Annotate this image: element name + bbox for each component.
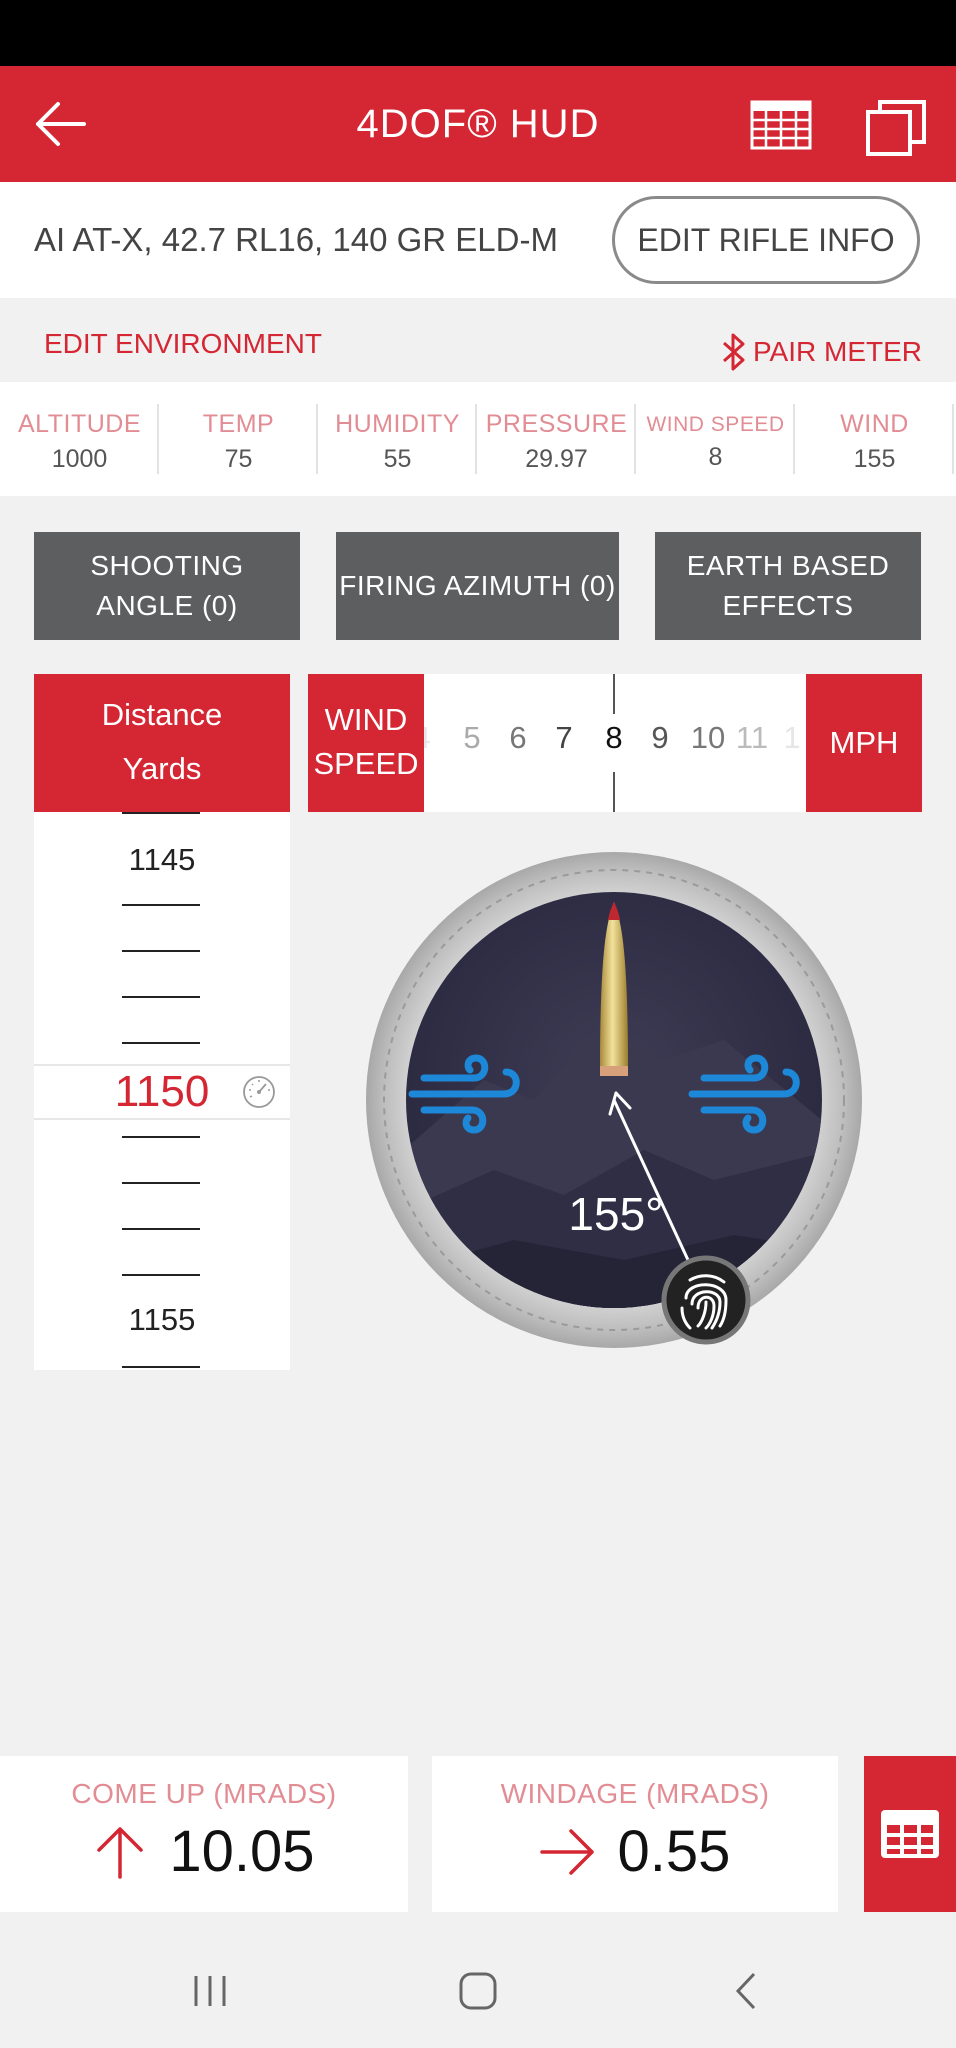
windage-value: 0.55 (617, 1819, 731, 1884)
come-up-label: COME UP (MRADS) (71, 1778, 337, 1809)
gauge-icon[interactable] (242, 1075, 276, 1109)
home-icon (459, 1972, 497, 2010)
shooting-angle-button[interactable]: SHOOTING ANGLE (0) (34, 532, 300, 640)
firing-azimuth-button[interactable]: FIRING AZIMUTH (0) (336, 532, 619, 640)
wind-direction-label: 155° (568, 1188, 663, 1240)
distance-selected-row[interactable]: 1150 (34, 1064, 290, 1120)
wind-scale-selected: 8 (605, 720, 623, 755)
distance-tick (122, 1228, 200, 1230)
chevron-left-icon (735, 1972, 756, 2010)
windage-label: WINDAGE (MRADS) (500, 1778, 770, 1809)
distance-tick (122, 1136, 200, 1138)
dope-table-button[interactable] (864, 1756, 956, 1912)
env-value: 75 (224, 445, 253, 473)
wind-scale-indicator-bottom (613, 772, 615, 812)
bluetooth-icon (722, 333, 745, 371)
come-up-value: 10.05 (169, 1819, 315, 1884)
environment-row: EDIT ENVIRONMENT PAIR METER (0, 298, 956, 382)
env-value: 155 (853, 445, 896, 473)
env-temp[interactable]: TEMP 75 (159, 382, 318, 496)
table-icon (881, 1810, 939, 1858)
env-value: 55 (383, 445, 412, 473)
system-nav-bar (0, 1934, 956, 2048)
env-value: 8 (708, 443, 723, 471)
home-button[interactable] (438, 1934, 518, 2048)
top-app-bar: 4DOF® HUD (0, 66, 956, 182)
distance-picker[interactable]: 1145 1150 1155 (34, 812, 290, 1370)
distance-tick (122, 950, 200, 952)
distance-header: Distance Yards (34, 674, 290, 812)
env-pressure[interactable]: PRESSURE 29.97 (477, 382, 636, 496)
edit-rifle-info-button[interactable]: EDIT RIFLE INFO (612, 196, 920, 284)
env-label: HUMIDITY (335, 410, 460, 438)
pair-meter-label: PAIR METER (752, 336, 922, 367)
edit-environment-link[interactable]: EDIT ENVIRONMENT (44, 328, 322, 360)
wind-speed-picker[interactable]: 4 5 6 7 8 9 10 11 1 (424, 674, 806, 812)
distance-tick (122, 1274, 200, 1276)
distance-header-unit: Yards (122, 751, 202, 786)
env-wind-speed[interactable]: WIND SPEED 8 (636, 382, 795, 496)
arrow-right-icon (539, 1828, 594, 1875)
distance-tick (122, 1182, 200, 1184)
recent-apps-icon (194, 1976, 226, 2006)
fingerprint-icon[interactable] (661, 1255, 751, 1345)
wind-unit-button[interactable]: MPH (806, 674, 922, 812)
arrow-up-icon (97, 1826, 144, 1879)
wind-speed-header: WIND SPEED (308, 674, 424, 812)
wind-speed-header-line1: WIND (324, 702, 408, 737)
wind-scale-value: 4 (424, 720, 442, 756)
windage-panel: WINDAGE (MRADS) 0.55 (432, 1756, 838, 1912)
env-altitude[interactable]: ALTITUDE 1000 (0, 382, 159, 496)
system-back-button[interactable] (706, 1934, 786, 2048)
distance-tick (122, 996, 200, 998)
env-label: WIND SPEED (646, 413, 785, 436)
recent-apps-button[interactable] (170, 1934, 250, 2048)
wind-scale-value: 1 (783, 720, 801, 755)
earth-based-effects-button[interactable]: EARTH BASED EFFECTS (655, 532, 921, 640)
page-title: 4DOF® HUD (356, 102, 600, 146)
distance-value-below: 1155 (128, 1302, 196, 1337)
status-bar (0, 0, 956, 66)
wind-speed-header-line2: SPEED (313, 746, 419, 781)
distance-header-title: Distance (101, 697, 223, 732)
distance-tick (122, 1042, 200, 1044)
environment-values: ALTITUDE 1000 TEMP 75 HUMIDITY 55 PRESSU… (0, 382, 956, 496)
wind-scale-value: 7 (555, 720, 573, 755)
env-label: TEMP (202, 410, 275, 438)
wind-scale-value: 10 (690, 720, 726, 755)
env-wind[interactable]: WIND 155 (795, 382, 954, 496)
rifle-info-row: AI AT-X, 42.7 RL16, 140 GR ELD-M EDIT RI… (0, 182, 956, 298)
pair-meter-button[interactable]: PAIR METER (721, 332, 922, 372)
wind-scale-indicator-top (613, 674, 615, 714)
env-value: 29.97 (525, 445, 588, 473)
env-humidity[interactable]: HUMIDITY 55 (318, 382, 477, 496)
env-label: ALTITUDE (18, 410, 141, 438)
wind-scale-value: 6 (509, 720, 527, 755)
come-up-panel: COME UP (MRADS) 10.05 (0, 1756, 408, 1912)
copy-icon[interactable] (866, 94, 930, 156)
table-icon[interactable] (750, 100, 812, 150)
env-label: PRESSURE (485, 410, 628, 438)
wind-scale-value: 11 (735, 720, 769, 755)
wind-direction-dial[interactable]: 155° (364, 850, 864, 1350)
hud-screen: 4DOF® HUD AI AT-X, 42.7 RL16, 140 GR ELD… (0, 0, 956, 2048)
rifle-name: AI AT-X, 42.7 RL16, 140 GR ELD-M (34, 221, 558, 258)
distance-tick (122, 904, 200, 906)
distance-tick (122, 1366, 200, 1368)
distance-tick (122, 812, 200, 814)
distance-value-above: 1145 (128, 842, 196, 877)
wind-scale-value: 9 (651, 720, 669, 755)
wind-scale-value: 5 (463, 720, 481, 755)
env-value: 1000 (51, 445, 108, 473)
env-label: WIND (840, 410, 909, 438)
